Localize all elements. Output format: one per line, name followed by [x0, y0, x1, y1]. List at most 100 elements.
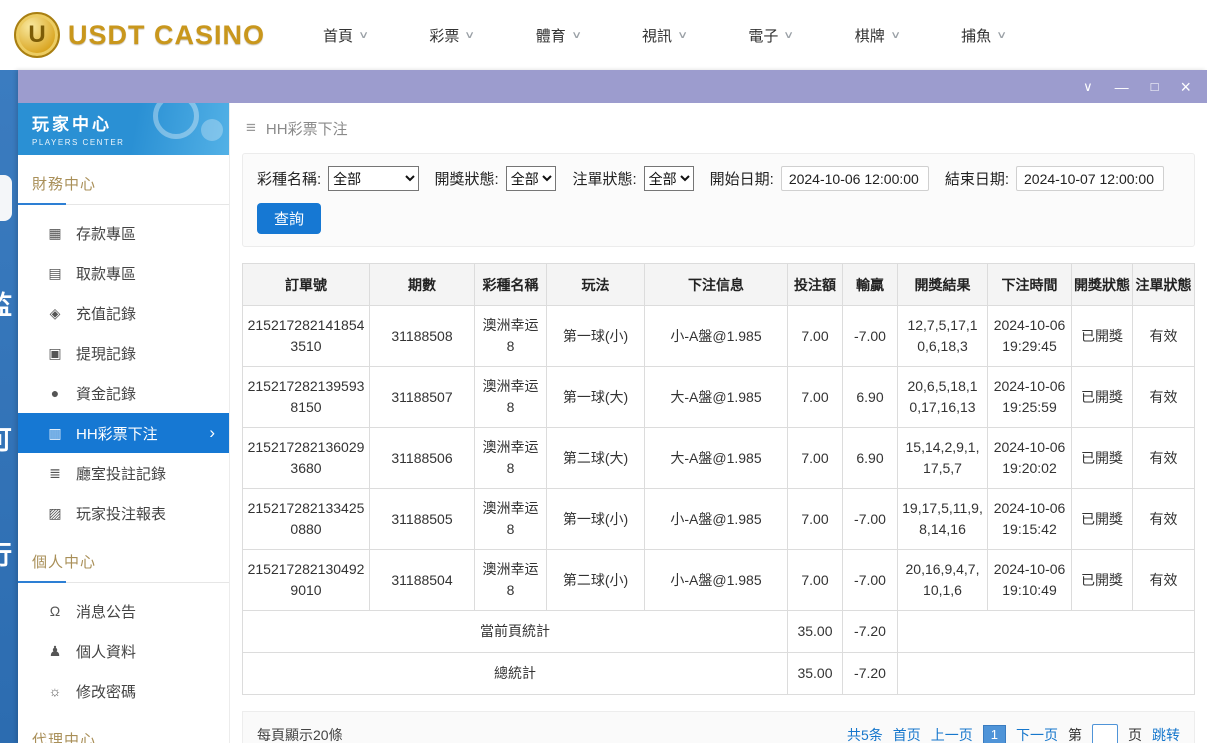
bell-icon: Ω: [49, 603, 61, 619]
backdrop-text-fragment: 行: [0, 535, 12, 572]
sidebar-item-recharge-record[interactable]: ◈ 充值記錄: [18, 293, 229, 333]
filter-panel: 彩種名稱: 全部 開獎狀態: 全部 注單狀態: 全部 開始日期: 結束日期: 查…: [242, 153, 1195, 247]
current-page-button[interactable]: 1: [982, 725, 1006, 743]
background-decoration: [0, 175, 12, 221]
table-cell: 7.00: [787, 488, 843, 550]
bets-table: 訂單號 期數 彩種名稱 玩法 下注信息 投注額 輸贏 開獎結果 下注時間 開獎狀態 注單狀態 215…: [242, 263, 1195, 695]
page-jump-input[interactable]: [1092, 724, 1118, 743]
window-titlebar: ∨ — □ ×: [18, 70, 1207, 103]
player-center-window: ∨ — □ × 玩家中心 PLAYERS CENTER 財務中心 ▦ 存款專區 ▤ 取款專區 ◈…: [18, 70, 1207, 743]
table-column-header: 彩種名稱: [474, 263, 547, 306]
sidebar-item-profile[interactable]: ♟ 個人資料: [18, 631, 229, 671]
table-row: 2152172821304929010 31188504 澳洲幸运8 第二球(小) 小-…: [242, 549, 1195, 611]
sidebar-item-hh-lottery-bet[interactable]: ▥ HH彩票下注 ›: [18, 413, 229, 453]
jump-button[interactable]: 跳转: [1152, 725, 1180, 743]
window-maximize-icon[interactable]: □: [1151, 80, 1159, 93]
top-menu-item[interactable]: 體育 ∨: [535, 25, 582, 46]
jump-label-pre: 第: [1068, 726, 1082, 743]
chevron-down-icon: ∨: [464, 29, 476, 41]
backdrop-text-fragment: 可: [0, 420, 12, 457]
top-menu-item-label: 彩票: [429, 27, 460, 45]
draw-status-label: 開獎狀態:: [434, 171, 499, 188]
top-menu-item-label: 捕魚: [961, 27, 992, 45]
first-page-link[interactable]: 首页: [893, 725, 921, 743]
order-status-select[interactable]: 全部: [643, 166, 694, 191]
table-cell: 第一球(小): [546, 305, 645, 367]
next-page-link[interactable]: 下一页: [1016, 725, 1058, 743]
top-menu-item[interactable]: 視訊 ∨: [642, 25, 688, 46]
top-menu-item[interactable]: 首頁 ∨: [323, 25, 369, 46]
table-column-header: 期數: [369, 263, 475, 306]
top-menu-item[interactable]: 捕魚 ∨: [961, 25, 1008, 46]
sidebar-item-withdrawal-record[interactable]: ▣ 提現記錄: [18, 333, 229, 373]
table-header-row: 訂單號 期數 彩種名稱 玩法 下注信息 投注額 輸贏 開獎結果 下注時間 開獎狀態 注單狀態: [242, 263, 1195, 306]
sidebar-item-label: 個人資料: [76, 643, 137, 661]
table-cell: -7.00: [842, 305, 898, 367]
top-menu-item-label: 體育: [535, 27, 566, 45]
table-cell: 已開獎: [1071, 366, 1133, 428]
table-column-header: 開獎結果: [897, 263, 988, 306]
chevron-down-icon: ∨: [570, 29, 582, 41]
table-cell: 已開獎: [1071, 488, 1133, 550]
table-cell: 已開獎: [1071, 549, 1133, 611]
table-cell: 大-A盤@1.985: [644, 427, 788, 489]
sidebar-item-label: 資金記錄: [76, 385, 137, 403]
sidebar-item-label: 提現記錄: [76, 345, 137, 363]
logo-text: USDT CASINO: [68, 19, 266, 50]
pagination-bar: 每頁顯示20條 共5条 首页 上一页 1 下一页 第 页 跳转: [242, 711, 1195, 743]
sidebar-item-change-password[interactable]: ☼ 修改密碼: [18, 671, 229, 711]
query-button[interactable]: 查詢: [257, 203, 321, 234]
sidebar-item-deposit[interactable]: ▦ 存款專區: [18, 213, 229, 253]
recharge-record-icon: ◈: [49, 304, 61, 321]
end-date-input[interactable]: [1016, 166, 1164, 191]
top-menu-item[interactable]: 彩票 ∨: [429, 25, 476, 46]
lottery-name-select[interactable]: 全部: [328, 166, 419, 191]
summary-label: 當前頁統計: [242, 610, 788, 653]
window-close-icon[interactable]: ×: [1180, 78, 1191, 96]
sidebar-section-items: Ω 消息公告 ♟ 個人資料 ☼ 修改密碼: [18, 591, 229, 711]
sidebar-item-funds-record[interactable]: ● 資金記錄: [18, 373, 229, 413]
prev-page-link[interactable]: 上一页: [931, 725, 973, 743]
top-navigation-bar: U USDT CASINO 首頁 ∨ 彩票 ∨ 體育 ∨ 視訊 ∨ 電子 ∨ 棋牌 ∨ 捕魚 ∨: [0, 0, 1207, 70]
sidebar: 玩家中心 PLAYERS CENTER 財務中心 ▦ 存款專區 ▤ 取款專區 ◈ 充值記錄 ▣…: [18, 103, 230, 743]
table-cell: -7.00: [842, 488, 898, 550]
table-cell: 澳洲幸运8: [474, 488, 547, 550]
start-date-input[interactable]: [780, 166, 929, 191]
table-cell: 7.00: [787, 305, 843, 367]
table-column-header: 開獎狀態: [1071, 263, 1133, 306]
table-cell: 已開獎: [1071, 427, 1133, 489]
table-cell: 小-A盤@1.985: [644, 488, 788, 550]
table-summary-row: 當前頁統計 35.00 -7.20: [242, 610, 1195, 653]
sidebar-item-player-bet-report[interactable]: ▨ 玩家投注報表: [18, 493, 229, 533]
lottery-name-label: 彩種名稱:: [257, 171, 322, 188]
table-cell: 澳洲幸运8: [474, 549, 547, 611]
hamburger-menu-icon[interactable]: ≡: [246, 118, 256, 138]
table-cell: 31188507: [369, 366, 475, 428]
top-menu-item[interactable]: 棋牌 ∨: [855, 25, 901, 46]
top-menu-item[interactable]: 電子 ∨: [748, 25, 794, 46]
sidebar-item-label: 取款專區: [76, 265, 137, 283]
table-cell: 澳洲幸运8: [474, 427, 547, 489]
table-cell: 7.00: [787, 427, 843, 489]
table-cell: 15,14,2,9,1,17,5,7: [897, 427, 988, 489]
table-summary-row: 總統計 35.00 -7.20: [242, 652, 1195, 695]
window-minimize-icon[interactable]: —: [1115, 80, 1129, 94]
table-cell: 已開獎: [1071, 305, 1133, 367]
site-logo[interactable]: U USDT CASINO: [14, 12, 265, 58]
draw-status-select[interactable]: 全部: [505, 166, 557, 191]
table-cell: 31188505: [369, 488, 475, 550]
chevron-down-icon: ∨: [996, 29, 1008, 41]
chevron-down-icon: ∨: [889, 29, 901, 41]
coin-logo-icon: U: [14, 12, 60, 58]
sidebar-item-withdraw[interactable]: ▤ 取款專區: [18, 253, 229, 293]
sidebar-item-announcements[interactable]: Ω 消息公告: [18, 591, 229, 631]
table-cell: 2152172821334250880: [242, 488, 370, 550]
table-cell: 有效: [1132, 305, 1195, 367]
table-cell: -7.00: [842, 549, 898, 611]
table-cell: 20,16,9,4,7,10,1,6: [897, 549, 988, 611]
sidebar-item-hall-bet-record[interactable]: ≣ 廳室投註記錄: [18, 453, 229, 493]
table-column-header: 注單狀態: [1132, 263, 1195, 306]
table-cell: 澳洲幸运8: [474, 366, 547, 428]
table-cell: 20,6,5,18,10,17,16,13: [897, 366, 988, 428]
window-collapse-icon[interactable]: ∨: [1083, 80, 1093, 93]
